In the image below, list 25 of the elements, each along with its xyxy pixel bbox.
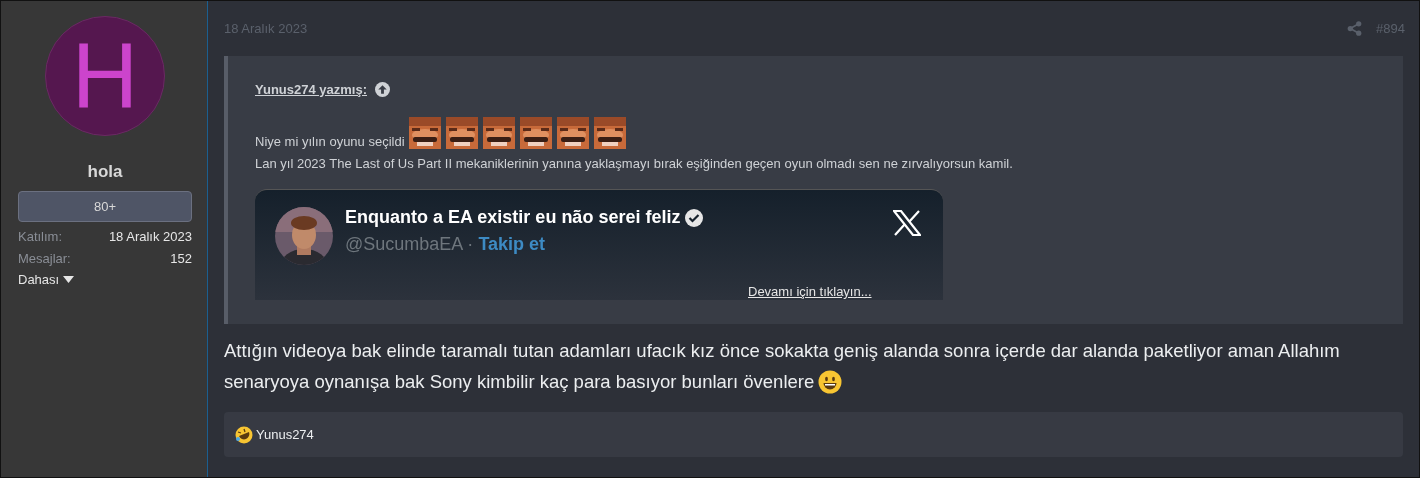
user-badge: 80+ (18, 191, 192, 222)
caret-icon (63, 276, 75, 283)
separator-dot: · (467, 234, 474, 254)
post-text: senaryoya oynanışa bak Sony kimbilir kaç para basıyor bunları övenlere (224, 370, 815, 394)
quote-text: Lan yıl 2023 The Last of Us Part II mekaniklerinin yanına yaklaşmayı bırak eşiğinden geçen oyun olmadı sen ne zırvalıyorsun kamil. (255, 156, 1014, 171)
account-handle: @SucumbaEA (345, 234, 463, 254)
stat-value: 18 Aralık 2023 (108, 229, 192, 244)
arrow-up-icon[interactable] (375, 82, 390, 97)
quote-text: Niye mi yılın oyunu seçildi (255, 134, 405, 149)
quote-author-link[interactable]: Yunus274 yazmış: (255, 82, 367, 97)
follow-link[interactable]: Takip et (478, 234, 546, 254)
post-text: Attığın videoya bak elinde taramalı tutan adamları ufacık kız önce sokakta geniş alanda sonra içerde dar alanda paketliyor aman Allahım (224, 340, 1340, 361)
stat-label: Katılım: (18, 229, 63, 244)
tweet-card[interactable]: Enquanto a EA existir eu não serei feliz @SucumbaEA · Takip et Devamı için tıklayın... (255, 189, 943, 300)
username[interactable]: hola (18, 162, 192, 182)
x-logo-icon (893, 210, 921, 236)
stat-value: 152 (170, 251, 192, 266)
more-button[interactable]: Dahası (18, 272, 75, 287)
grinning-emoji-icon (818, 369, 843, 394)
read-more-link[interactable]: Devamı için tıklayın... (748, 284, 872, 299)
laughing-emoji-icon (235, 425, 253, 444)
stat-label: Mesajlar: (18, 251, 71, 266)
account-name: Enquanto a EA existir eu não serei feliz (345, 207, 681, 228)
reaction-user-link[interactable]: Yunus274 (256, 427, 314, 442)
verified-icon (684, 207, 705, 228)
